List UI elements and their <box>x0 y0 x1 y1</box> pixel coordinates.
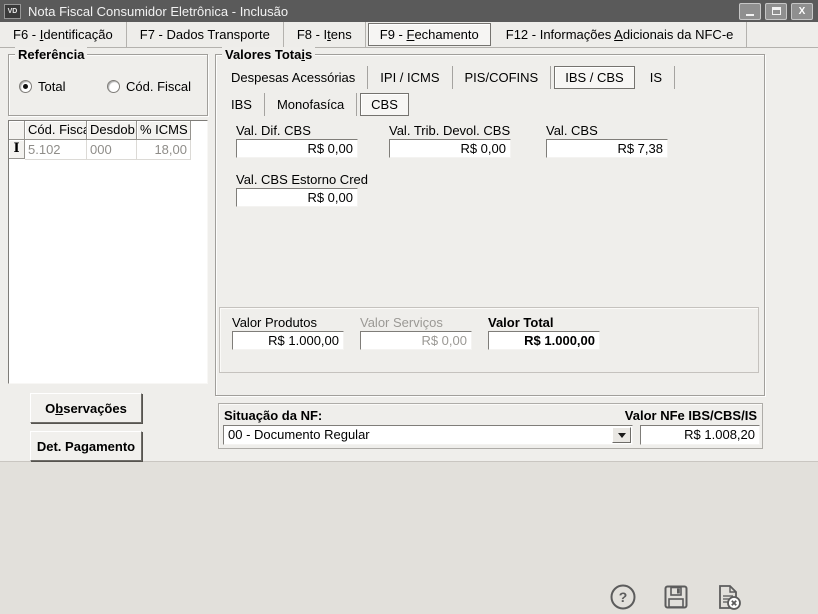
app-window: { "window": { "title": "Nota Fiscal Cons… <box>0 0 818 614</box>
row-selector-marker: I <box>9 140 25 159</box>
situacao-dropdown-button[interactable] <box>612 427 631 443</box>
save-icon <box>664 585 688 609</box>
valores-totais-groupbox: Valores Totais Despesas Acessórias IPI /… <box>215 47 765 396</box>
situacao-label: Situação da NF: <box>224 408 323 423</box>
app-icon: VD <box>4 3 21 19</box>
minimize-icon <box>746 14 754 16</box>
main-tab-bar: F6 - Identificação F7 - Dados Transporte… <box>0 22 818 48</box>
valores-tab-bar: Despesas Acessórias IPI / ICMS PIS/COFIN… <box>219 65 676 90</box>
tab-cbs[interactable]: CBS <box>360 92 409 116</box>
tab-label: F9 - Fechamento <box>379 27 479 42</box>
window-controls: X <box>739 2 813 20</box>
cell-desdob[interactable]: 000 <box>87 140 137 160</box>
val-dif-cbs-label: Val. Dif. CBS <box>236 123 311 138</box>
val-trib-devol-cbs-label: Val. Trib. Devol. CBS <box>389 123 511 138</box>
tab-monofasica[interactable]: Monofasíca <box>265 92 358 116</box>
cell-cod-fiscal[interactable]: 5.102 <box>25 140 87 160</box>
radio-cod-fiscal[interactable]: Cód. Fiscal <box>107 79 191 94</box>
observacoes-button-label: Observações <box>45 400 127 416</box>
tab-label: F6 - Identificação <box>13 27 113 42</box>
help-icon: ? <box>610 584 636 610</box>
tab-f6-identificacao[interactable]: F6 - Identificação <box>0 22 127 47</box>
val-trib-devol-cbs-field[interactable]: R$ 0,00 <box>389 139 511 158</box>
tab-label: F7 - Dados Transporte <box>139 27 270 42</box>
cbs-tab-bar: IBS Monofasíca CBS <box>219 92 412 116</box>
title-bar: VD Nota Fiscal Consumidor Eletrônica - I… <box>0 0 818 22</box>
tab-pis-cofins[interactable]: PIS/COFINS <box>453 66 552 89</box>
chevron-down-icon <box>617 432 626 438</box>
maximize-icon <box>771 7 781 15</box>
radio-cod-fiscal-circle <box>107 80 120 93</box>
situacao-combobox-value: 00 - Documento Regular <box>228 427 370 442</box>
grid-header-selector <box>9 121 25 140</box>
tab-f7-dados-transporte[interactable]: F7 - Dados Transporte <box>127 22 284 47</box>
tab-ibs[interactable]: IBS <box>219 92 265 116</box>
cancel-document-button[interactable] <box>714 583 742 614</box>
save-button[interactable] <box>662 583 690 614</box>
referencia-title: Referência <box>15 47 88 62</box>
situacao-panel: Situação da NF: 00 - Documento Regular V… <box>218 403 763 449</box>
tab-ipi-icms[interactable]: IPI / ICMS <box>368 66 453 89</box>
valor-total-label: Valor Total <box>488 315 554 330</box>
help-button[interactable]: ? <box>609 583 637 614</box>
valor-total-field[interactable]: R$ 1.000,00 <box>488 331 600 350</box>
val-dif-cbs-field[interactable]: R$ 0,00 <box>236 139 358 158</box>
val-cbs-estorno-label: Val. CBS Estorno Cred <box>236 172 368 187</box>
radio-cod-fiscal-label: Cód. Fiscal <box>126 79 192 94</box>
cancel-document-icon <box>719 585 741 610</box>
tab-ibs-cbs[interactable]: IBS / CBS <box>554 66 635 89</box>
svg-text:?: ? <box>619 589 628 605</box>
grid-header-desdob[interactable]: Desdob. <box>87 121 137 140</box>
situacao-combobox[interactable]: 00 - Documento Regular <box>223 425 633 445</box>
tab-f9-fechamento[interactable]: F9 - Fechamento <box>367 23 491 46</box>
val-cbs-field[interactable]: R$ 7,38 <box>546 139 668 158</box>
det-pagamento-button[interactable]: Det. Pagamento <box>30 431 142 461</box>
close-button[interactable]: X <box>791 2 813 20</box>
radio-total-circle <box>19 80 32 93</box>
valor-servicos-field: R$ 0,00 <box>360 331 472 350</box>
referencia-groupbox: Referência Total Cód. Fiscal <box>8 47 208 116</box>
close-icon: X <box>798 5 806 17</box>
cell-icms[interactable]: 18,00 <box>137 140 191 160</box>
totals-panel: Valor Produtos R$ 1.000,00 Valor Serviço… <box>219 307 759 373</box>
valor-servicos-label: Valor Serviços <box>360 315 443 330</box>
minimize-button[interactable] <box>739 2 761 20</box>
val-cbs-label: Val. CBS <box>546 123 598 138</box>
valor-produtos-field[interactable]: R$ 1.000,00 <box>232 331 344 350</box>
window-title: Nota Fiscal Consumidor Eletrônica - Incl… <box>28 3 289 19</box>
val-cbs-estorno-field[interactable]: R$ 0,00 <box>236 188 358 207</box>
det-pagamento-button-label: Det. Pagamento <box>36 438 136 454</box>
maximize-button[interactable] <box>765 2 787 20</box>
valor-nfe-label: Valor NFe IBS/CBS/IS <box>624 408 757 423</box>
radio-total-label: Total <box>38 79 66 94</box>
observacoes-button[interactable]: Observações <box>30 393 142 423</box>
tab-f12-informacoes-adicionais[interactable]: F12 - Informações Adicionais da NFC-e <box>493 22 748 47</box>
grid-header-icms[interactable]: % ICMS <box>137 121 191 140</box>
grid-header-cod-fiscal[interactable]: Cód. Fiscal <box>25 121 87 140</box>
tab-despesas-acessorias[interactable]: Despesas Acessórias <box>219 66 369 89</box>
grid-header-row: Cód. Fiscal Desdob. % ICMS <box>9 121 207 140</box>
radio-total[interactable]: Total <box>19 79 65 94</box>
tab-label: F8 - Itens <box>296 27 352 42</box>
valor-nfe-field[interactable]: R$ 1.008,20 <box>640 425 760 445</box>
tab-f8-itens[interactable]: F8 - Itens <box>284 22 366 47</box>
cod-fiscal-grid: Cód. Fiscal Desdob. % ICMS I 5.102 000 1… <box>8 120 208 384</box>
valor-produtos-label: Valor Produtos <box>232 315 318 330</box>
tab-label: F12 - Informações Adicionais da NFC-e <box>505 27 734 42</box>
valores-totais-title: Valores Totais <box>222 47 316 62</box>
grid-data-row[interactable]: I 5.102 000 18,00 <box>9 140 207 160</box>
tab-is[interactable]: IS <box>638 66 676 89</box>
